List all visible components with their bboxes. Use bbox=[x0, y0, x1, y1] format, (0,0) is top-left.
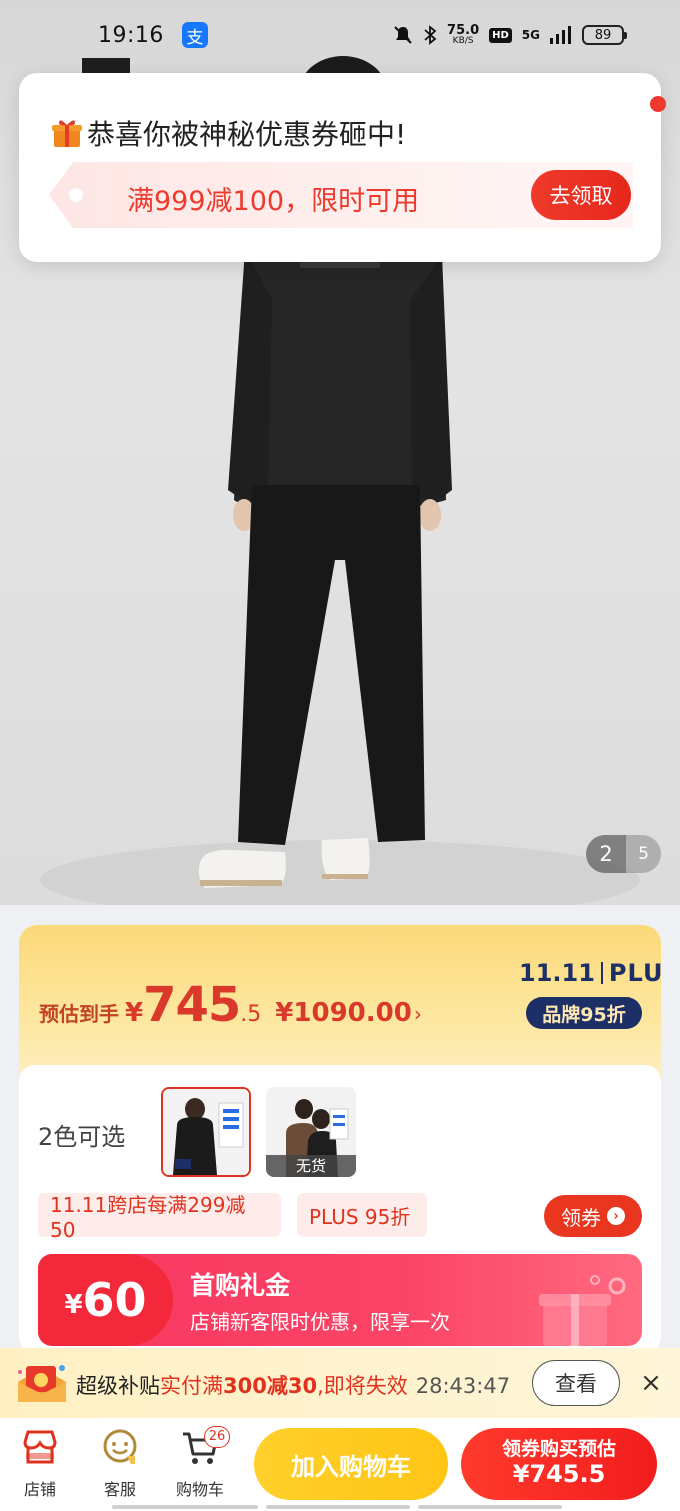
shop-button[interactable]: 店铺 bbox=[10, 1428, 70, 1500]
plus-discount-badge: 品牌95折 bbox=[526, 997, 642, 1029]
home-indicator bbox=[0, 1503, 680, 1511]
color-options-label: 2色可选 bbox=[38, 1123, 126, 1151]
status-bar: 19:16 支 75.0 KB/S HD 5G 89 bbox=[0, 0, 680, 70]
event-logo-left: 11.11 bbox=[519, 959, 595, 987]
shop-icon bbox=[23, 1430, 57, 1464]
image-counter-current: 2 bbox=[586, 835, 626, 873]
get-coupon-button[interactable]: 领券 › bbox=[544, 1195, 642, 1237]
event-logo-right: PLUS bbox=[608, 959, 661, 987]
signal-5g-label: 5G bbox=[521, 28, 540, 42]
product-info-card: 预估到手 ¥ 745 .5 ¥1090.00 › 11.11 PLUS 品牌95… bbox=[19, 925, 661, 1355]
chevron-right-icon: › bbox=[607, 1207, 625, 1225]
customer-service-icon bbox=[103, 1429, 137, 1464]
notification-dot bbox=[650, 96, 666, 112]
buy-with-coupon-button[interactable]: 领券购买预估 ¥745.5 bbox=[461, 1428, 657, 1500]
red-envelope-icon bbox=[18, 1365, 66, 1402]
plus-discount-tag: PLUS 95折 bbox=[297, 1193, 427, 1237]
subsidy-notice-text: 超级补贴实付满300减30,即将失效 28:43:47 bbox=[76, 1374, 511, 1398]
price-currency: ¥ bbox=[125, 998, 144, 1028]
original-price: ¥1090.00 bbox=[275, 998, 412, 1028]
net-speed: 75.0 KB/S bbox=[447, 23, 480, 46]
customer-service-button[interactable]: 客服 bbox=[90, 1428, 150, 1500]
subsidy-notice-bar[interactable]: 超级补贴实付满300减30,即将失效 28:43:47 查看 × bbox=[0, 1348, 680, 1418]
cart-button[interactable]: 26 购物车 bbox=[170, 1426, 230, 1500]
cart-label: 购物车 bbox=[175, 1480, 224, 1499]
gift-subtitle: 店铺新客限时优惠，限享一次 bbox=[190, 1310, 450, 1334]
add-to-cart-button[interactable]: 加入购物车 bbox=[254, 1428, 448, 1500]
buy-button-price: ¥745.5 bbox=[512, 1460, 606, 1489]
view-subsidy-button[interactable]: 查看 bbox=[532, 1360, 620, 1406]
price-label: 预估到手 bbox=[39, 1002, 119, 1026]
bluetooth-icon bbox=[424, 25, 437, 45]
chevron-right-icon: › bbox=[413, 1002, 422, 1026]
coupon-offer-text: 满999减100，限时可用 bbox=[127, 186, 420, 217]
signal-bars-icon bbox=[550, 26, 571, 44]
cross-store-promo-tag: 11.11跨店每满299减50 bbox=[38, 1193, 281, 1242]
cart-count-badge: 26 bbox=[204, 1426, 230, 1448]
countdown-timer: 28:43:47 bbox=[415, 1374, 511, 1398]
gift-title: 首购礼金 bbox=[190, 1271, 291, 1300]
claim-coupon-button[interactable]: 去领取 bbox=[531, 170, 631, 220]
ticket-hole bbox=[69, 188, 83, 202]
first-purchase-gift-banner[interactable]: ¥ 60 首购礼金 店铺新客限时优惠，限享一次 bbox=[38, 1254, 642, 1346]
image-counter: 2 5 bbox=[586, 835, 661, 873]
options-panel: 2色可选 无货 11.11跨店每满299减50 PLUS 95折 领券 › ¥ … bbox=[19, 1065, 661, 1355]
color-swatch-black[interactable] bbox=[161, 1087, 251, 1177]
hd-icon: HD bbox=[489, 27, 512, 43]
gift-currency: ¥ bbox=[64, 1290, 83, 1320]
gift-amount: 60 bbox=[82, 1273, 147, 1327]
price-integer: 745 bbox=[143, 977, 241, 1033]
image-counter-total: 5 bbox=[638, 844, 649, 864]
popup-title: 恭喜你被神秘优惠券砸中! bbox=[51, 113, 406, 153]
buy-button-line1: 领券购买预估 bbox=[501, 1438, 616, 1461]
close-icon[interactable]: × bbox=[638, 1368, 664, 1398]
gift-amount-badge: ¥ 60 bbox=[38, 1254, 173, 1346]
customer-service-label: 客服 bbox=[103, 1480, 136, 1499]
status-time: 19:16 bbox=[98, 22, 164, 48]
logo-separator bbox=[600, 962, 603, 984]
shop-label: 店铺 bbox=[23, 1480, 56, 1499]
price-band: 预估到手 ¥ 745 .5 ¥1090.00 › 11.11 PLUS 品牌95… bbox=[19, 925, 661, 1085]
gift-box-icon bbox=[539, 1275, 626, 1346]
bottom-action-bar: 店铺 客服 26 购物车 加入购物车 领券购买预估 ¥745.5 bbox=[0, 1418, 680, 1511]
event-plus-logo: 11.11 PLUS bbox=[519, 959, 661, 987]
gift-icon bbox=[52, 120, 82, 147]
popup-title-text: 恭喜你被神秘优惠券砸中! bbox=[87, 118, 407, 151]
battery-icon: 89 bbox=[582, 25, 627, 45]
soldout-label: 无货 bbox=[266, 1155, 356, 1177]
alipay-icon: 支 bbox=[181, 22, 208, 48]
swatch-thumbnail bbox=[163, 1089, 249, 1175]
mute-bell-icon bbox=[394, 26, 412, 44]
coupon-popup[interactable]: 恭喜你被神秘优惠券砸中! 满999减100，限时可用 去领取 bbox=[19, 73, 661, 262]
get-coupon-label: 领券 bbox=[561, 1205, 601, 1230]
price-decimal: .5 bbox=[240, 1002, 262, 1027]
color-swatch-khaki[interactable]: 无货 bbox=[266, 1087, 356, 1177]
price-row[interactable]: 预估到手 ¥ 745 .5 ¥1090.00 › bbox=[39, 977, 422, 1033]
